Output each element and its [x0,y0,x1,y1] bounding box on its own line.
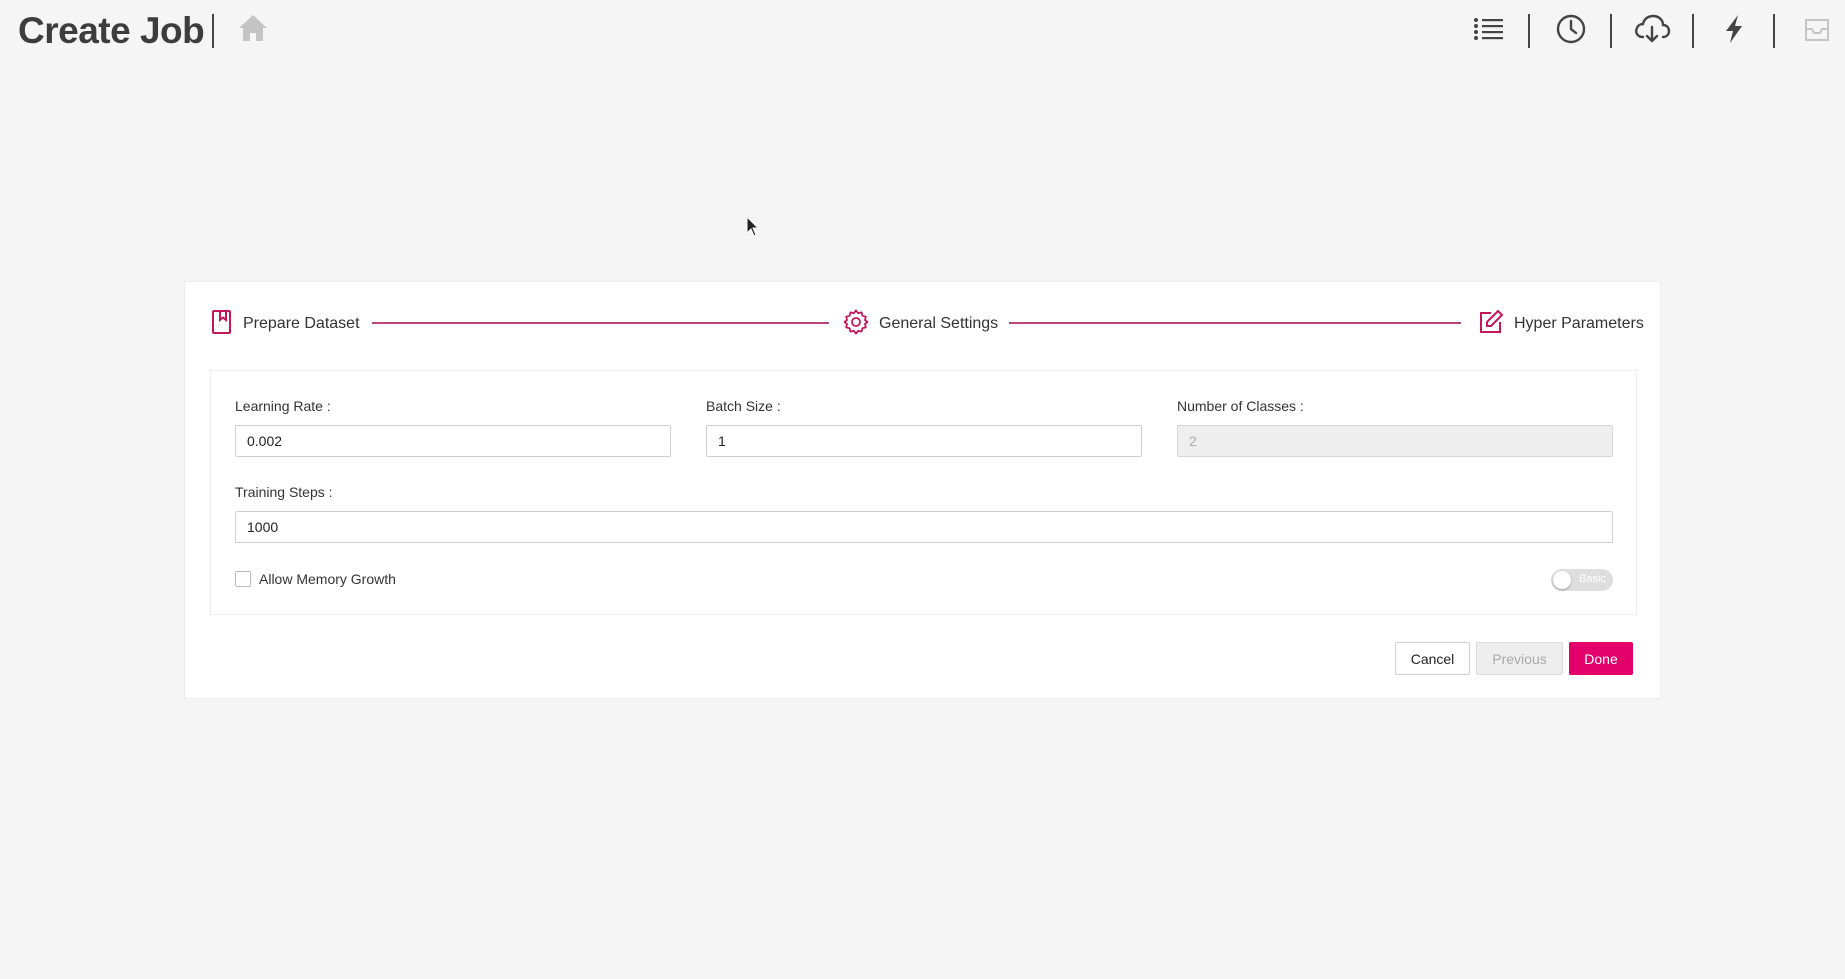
batch-size-label: Batch Size : [706,398,781,414]
step-label: General Settings [879,315,999,332]
step-hyper-parameters[interactable]: Hyper Parameters [1478,309,1644,339]
batch-size-input[interactable] [706,425,1142,457]
top-bar: Create Job [0,0,1845,62]
learning-rate-input[interactable] [235,425,671,457]
training-steps-input[interactable] [235,511,1613,543]
toggle-label: Basic [1579,573,1606,585]
clock-icon[interactable] [1551,10,1591,48]
step-connector [372,322,829,324]
step-label: Hyper Parameters [1514,315,1644,332]
create-job-card: Prepare Dataset General Settings Hyper P… [184,281,1661,699]
toolbar-divider [1610,14,1612,48]
training-steps-label: Training Steps : [235,484,333,500]
step-connector [1009,322,1461,324]
cancel-button[interactable]: Cancel [1395,642,1470,675]
settings-panel: Learning Rate : Batch Size : Number of C… [210,370,1637,615]
step-label: Prepare Dataset [243,315,360,332]
learning-rate-label: Learning Rate : [235,398,331,414]
step-general-settings[interactable]: General Settings [843,309,998,339]
toggle-knob [1553,571,1571,589]
title-divider [212,14,214,48]
inbox-icon[interactable] [1797,10,1837,48]
cloud-download-icon[interactable] [1632,10,1672,48]
allow-memory-growth-checkbox[interactable] [235,571,251,587]
step-prepare-dataset[interactable]: Prepare Dataset [211,309,360,339]
toolbar-divider [1773,14,1775,48]
mode-toggle[interactable]: Basic [1551,569,1613,591]
gear-icon [843,309,869,340]
home-icon[interactable] [236,12,270,44]
mouse-cursor-icon [746,215,760,238]
number-of-classes-input [1177,425,1613,457]
previous-button: Previous [1476,642,1563,675]
list-icon[interactable] [1469,10,1509,48]
allow-memory-growth-label[interactable]: Allow Memory Growth [259,571,396,587]
page-title: Create Job [18,10,205,51]
toolbar-divider [1692,14,1694,48]
number-of-classes-label: Number of Classes : [1177,398,1304,414]
toolbar-divider [1528,14,1530,48]
lightning-icon[interactable] [1714,10,1754,48]
book-icon [211,309,233,340]
done-button[interactable]: Done [1569,642,1633,675]
edit-icon [1478,309,1504,340]
